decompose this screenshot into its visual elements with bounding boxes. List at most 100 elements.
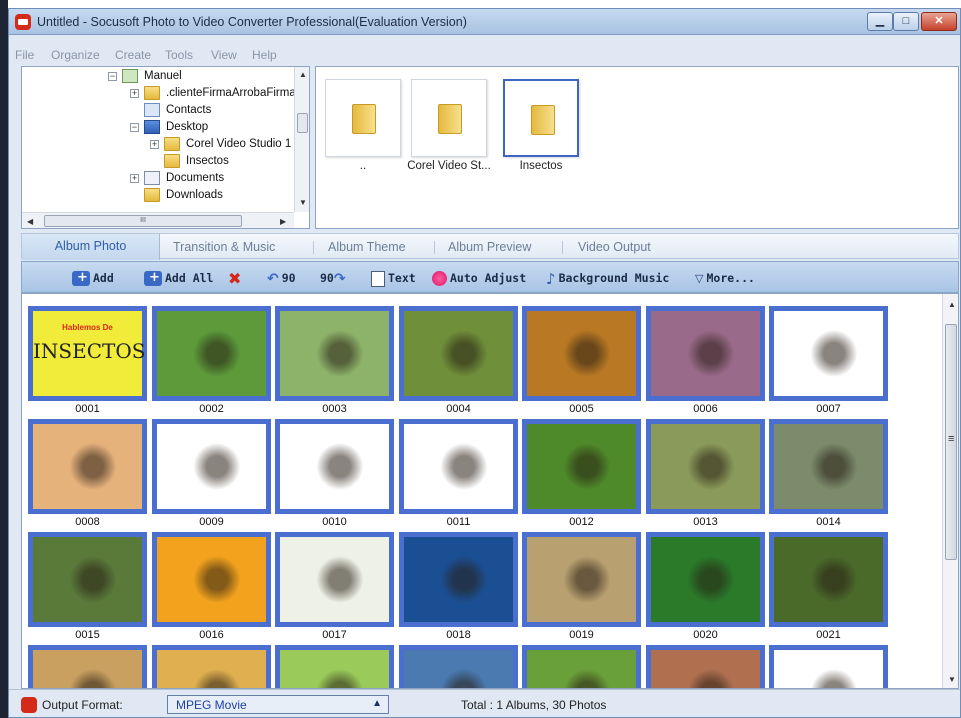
rotate-right-button[interactable]: 90↷ bbox=[320, 269, 349, 287]
photo-thumbnail[interactable]: Hablemos De INSECTOS bbox=[28, 306, 147, 401]
tab-transition-music[interactable]: Transition & Music bbox=[173, 240, 275, 254]
text-icon bbox=[371, 270, 385, 287]
photo-thumbnail[interactable] bbox=[399, 645, 518, 688]
photo-image bbox=[527, 537, 636, 622]
rotate-left-button[interactable]: ↶ 90 bbox=[267, 269, 296, 287]
folder-tile-parent[interactable] bbox=[325, 79, 401, 157]
documents-icon bbox=[144, 171, 160, 185]
photo-thumbnail[interactable] bbox=[522, 306, 641, 401]
photo-thumbnail[interactable] bbox=[646, 532, 765, 627]
photo-thumbnail[interactable] bbox=[646, 645, 765, 688]
photo-thumbnail[interactable] bbox=[152, 306, 271, 401]
output-format-select[interactable]: MPEG Movie ▲ bbox=[167, 695, 389, 714]
scroll-up-icon[interactable]: ▲ bbox=[948, 300, 956, 309]
add-all-button[interactable]: Add All bbox=[144, 269, 213, 287]
folder-icon bbox=[352, 104, 376, 134]
folder-view: .. Corel Video St... Insectos bbox=[315, 66, 959, 229]
photo-image bbox=[651, 311, 760, 396]
photo-thumbnail[interactable] bbox=[522, 532, 641, 627]
photo-thumbnail[interactable] bbox=[152, 532, 271, 627]
photo-thumbnail[interactable] bbox=[275, 419, 394, 514]
background-music-button[interactable]: ♪ Background Music bbox=[546, 269, 669, 288]
photo-thumbnail[interactable] bbox=[769, 419, 888, 514]
menu-view[interactable]: View bbox=[211, 48, 237, 62]
photo-image bbox=[157, 537, 266, 622]
scroll-thumb[interactable] bbox=[297, 113, 308, 133]
folder-icon bbox=[144, 188, 160, 202]
scroll-left-icon[interactable]: ◀ bbox=[27, 217, 33, 226]
photo-caption: 0009 bbox=[199, 516, 224, 528]
folder-tree[interactable]: − Manuel + .clienteFirmaArrobaFirma Cont… bbox=[21, 66, 310, 229]
photo-thumbnail[interactable] bbox=[769, 645, 888, 688]
photo-caption: 0013 bbox=[693, 516, 718, 528]
photo-thumbnail[interactable] bbox=[399, 419, 518, 514]
delete-button[interactable]: ✖ bbox=[228, 269, 244, 287]
photo-thumbnail[interactable] bbox=[275, 532, 394, 627]
photo-thumbnail[interactable] bbox=[152, 419, 271, 514]
photo-thumbnail[interactable] bbox=[769, 532, 888, 627]
scroll-down-icon[interactable]: ▼ bbox=[948, 675, 956, 684]
tab-video-output[interactable]: Video Output bbox=[578, 240, 651, 254]
photo-grid[interactable]: ▲ ≡ ▼ Hablemos De INSECTOS 0001 0002 0003 000… bbox=[21, 293, 959, 689]
photo-image bbox=[774, 311, 883, 396]
tree-label: Manuel bbox=[144, 70, 182, 82]
photo-image bbox=[33, 424, 142, 509]
photo-thumbnail[interactable] bbox=[28, 532, 147, 627]
photo-caption: 0007 bbox=[816, 403, 841, 415]
expand-icon[interactable]: + bbox=[150, 140, 159, 149]
tab-album-preview[interactable]: Album Preview bbox=[448, 240, 531, 254]
photo-thumbnail[interactable] bbox=[646, 419, 765, 514]
photo-thumbnail[interactable] bbox=[399, 532, 518, 627]
maximize-button[interactable]: □ bbox=[893, 12, 919, 31]
photo-thumbnail[interactable] bbox=[399, 306, 518, 401]
scroll-down-icon[interactable]: ▼ bbox=[299, 198, 307, 207]
tab-separator bbox=[562, 241, 563, 254]
collapse-icon[interactable]: − bbox=[108, 72, 117, 81]
photo-image bbox=[280, 424, 389, 509]
scroll-up-icon[interactable]: ▲ bbox=[299, 70, 307, 79]
folder-icon bbox=[164, 137, 180, 151]
tab-album-theme[interactable]: Album Theme bbox=[328, 240, 406, 254]
tab-album-photo[interactable]: Album Photo bbox=[22, 234, 160, 260]
expand-icon[interactable]: + bbox=[130, 89, 139, 98]
photo-thumbnail[interactable] bbox=[275, 645, 394, 688]
chevron-down-icon: ▽ bbox=[695, 271, 704, 285]
more-button[interactable]: ▽ More... bbox=[695, 269, 755, 287]
app-icon bbox=[15, 14, 31, 30]
rotate-left-icon: ↶ bbox=[267, 270, 279, 287]
photo-thumbnail[interactable] bbox=[769, 306, 888, 401]
photo-thumbnail[interactable] bbox=[152, 645, 271, 688]
photo-caption: 0021 bbox=[816, 629, 841, 641]
tree-horizontal-scrollbar[interactable]: ◀ III ▶ bbox=[22, 212, 294, 228]
photo-grid-scrollbar[interactable]: ▲ ≡ ▼ bbox=[942, 294, 958, 688]
folder-tile-insectos[interactable] bbox=[503, 79, 579, 157]
scroll-thumb[interactable]: III bbox=[44, 215, 242, 227]
auto-adjust-button[interactable]: Auto Adjust bbox=[432, 269, 526, 287]
title-bar[interactable]: Untitled - Socusoft Photo to Video Conve… bbox=[9, 9, 960, 35]
photo-thumbnail[interactable] bbox=[28, 419, 147, 514]
tree-vertical-scrollbar[interactable]: ▲ ▼ bbox=[294, 67, 309, 212]
photo-thumbnail[interactable] bbox=[522, 645, 641, 688]
photo-thumbnail[interactable] bbox=[522, 419, 641, 514]
add-button[interactable]: Add bbox=[72, 269, 114, 287]
menu-organize[interactable]: Organize bbox=[51, 48, 100, 62]
expand-icon[interactable]: + bbox=[130, 174, 139, 183]
more-label: More... bbox=[706, 271, 755, 285]
collapse-icon[interactable]: − bbox=[130, 123, 139, 132]
minimize-button[interactable]: ▁ bbox=[867, 12, 893, 31]
photo-thumbnail[interactable] bbox=[646, 306, 765, 401]
app-window: Untitled - Socusoft Photo to Video Conve… bbox=[8, 8, 961, 718]
text-button[interactable]: Text bbox=[371, 269, 416, 287]
close-button[interactable]: ✕ bbox=[921, 12, 957, 31]
scroll-right-icon[interactable]: ▶ bbox=[280, 217, 286, 226]
folder-tile-corel[interactable] bbox=[411, 79, 487, 157]
menu-help[interactable]: Help bbox=[252, 48, 277, 62]
menu-file[interactable]: File bbox=[15, 48, 34, 62]
menu-tools[interactable]: Tools bbox=[165, 48, 193, 62]
photo-thumbnail[interactable] bbox=[28, 645, 147, 688]
photo-image bbox=[527, 311, 636, 396]
photo-thumbnail[interactable] bbox=[275, 306, 394, 401]
add-photo-icon bbox=[72, 269, 90, 287]
dropdown-arrow-icon[interactable]: ▲ bbox=[372, 698, 382, 709]
menu-create[interactable]: Create bbox=[115, 48, 151, 62]
